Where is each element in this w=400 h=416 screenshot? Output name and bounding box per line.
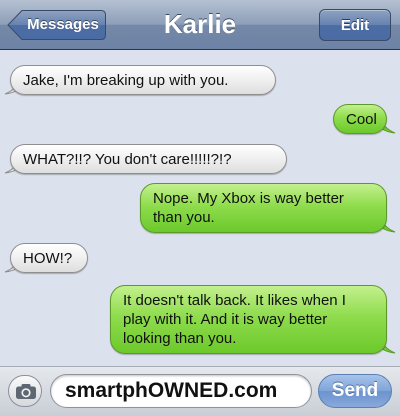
message-text: Jake, I'm breaking up with you. <box>23 72 229 89</box>
message-bubble-outgoing[interactable]: It doesn't talk back. It likes when I pl… <box>110 285 387 354</box>
message-text: WHAT?!!? You don't care!!!!!?!? <box>23 151 232 168</box>
camera-icon <box>16 384 36 399</box>
message-text: HOW!? <box>23 250 73 267</box>
send-button[interactable]: Send <box>318 374 392 408</box>
back-to-messages-button[interactable]: Messages <box>7 9 107 41</box>
message-bubble-incoming[interactable]: Jake, I'm breaking up with you. <box>10 65 276 95</box>
message-text: Cool <box>346 111 377 128</box>
message-input[interactable]: smartphOWNED.com <box>50 374 312 408</box>
message-bubble-incoming[interactable]: WHAT?!!? You don't care!!!!!?!? <box>10 144 287 174</box>
message-bubble-incoming[interactable]: HOW!? <box>10 243 88 273</box>
message-bubble-outgoing[interactable]: Cool <box>333 104 387 134</box>
back-button-label: Messages <box>27 16 99 33</box>
conversation-screen: Messages Karlie Edit Jake, I'm breaking … <box>0 0 400 416</box>
message-text: Nope. My Xbox is way better than you. <box>153 190 344 226</box>
compose-bar: smartphOWNED.com Send <box>0 366 400 416</box>
message-text: It doesn't talk back. It likes when I pl… <box>123 292 346 347</box>
message-bubble-outgoing[interactable]: Nope. My Xbox is way better than you. <box>140 183 387 233</box>
edit-button[interactable]: Edit <box>319 9 391 41</box>
camera-button[interactable] <box>8 375 42 407</box>
contact-name-title: Karlie <box>163 9 237 39</box>
navigation-bar: Messages Karlie Edit <box>0 0 400 50</box>
